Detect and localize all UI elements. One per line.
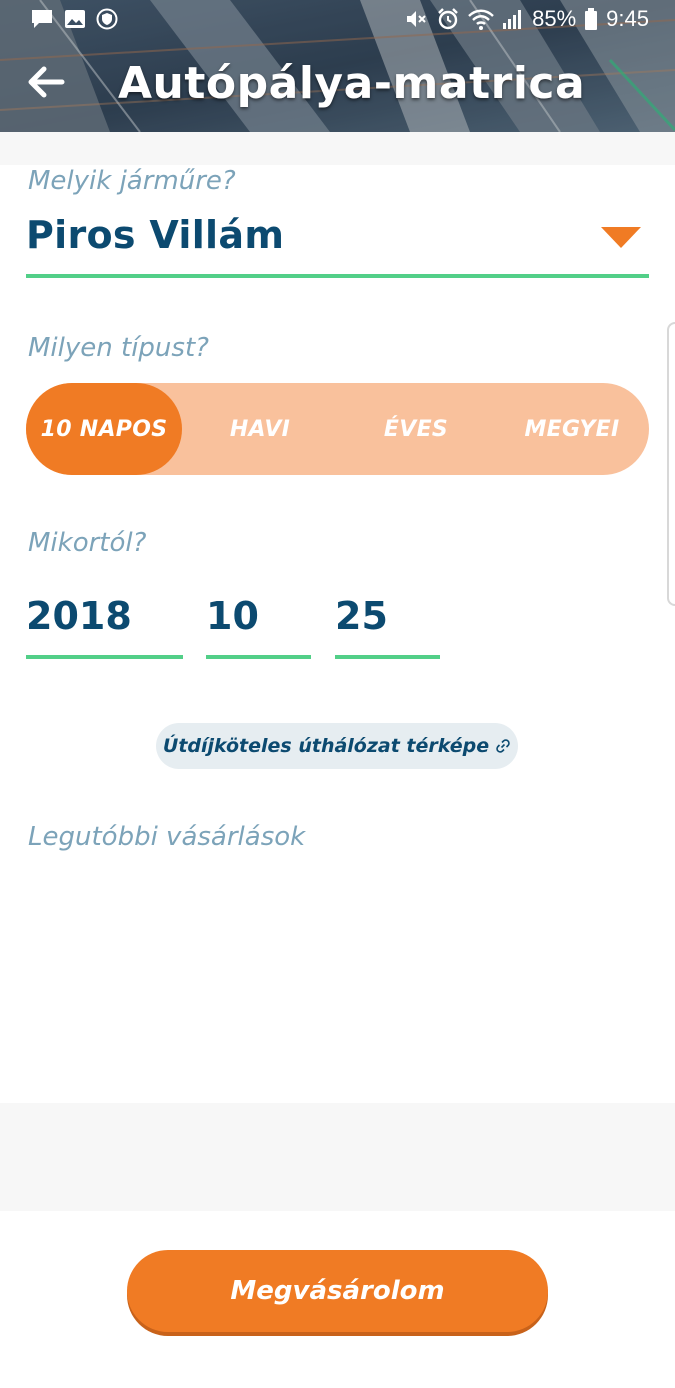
image-icon <box>65 10 85 28</box>
message-icon <box>32 10 52 28</box>
type-selector: 10 NAPOS HAVI ÉVES MEGYEI <box>26 383 649 475</box>
header-divider <box>0 132 675 165</box>
day-field[interactable]: 25 <box>335 594 440 660</box>
battery-percent: 85% <box>532 6 577 31</box>
alarm-icon <box>438 8 458 30</box>
battery-icon <box>585 8 598 30</box>
footer-divider <box>0 1103 675 1211</box>
day-value: 25 <box>335 594 388 638</box>
year-value: 2018 <box>26 594 132 638</box>
month-underline <box>206 655 311 659</box>
type-option-megyei[interactable]: MEGYEI <box>494 383 650 475</box>
status-bar: 85% 9:45 <box>0 0 675 40</box>
vehicle-value: Piros Villám <box>26 213 285 257</box>
day-underline <box>335 655 440 659</box>
type-option-eves[interactable]: ÉVES <box>338 383 494 475</box>
link-icon <box>496 739 510 753</box>
scroll-handle[interactable] <box>667 322 675 606</box>
year-underline <box>26 655 183 659</box>
month-value: 10 <box>206 594 259 638</box>
vehicle-underline <box>26 274 649 278</box>
buy-button-label: Megvásárolom <box>230 1276 445 1306</box>
page-title: Autópálya-matrica <box>118 58 586 109</box>
month-field[interactable]: 10 <box>206 594 311 660</box>
signal-icon <box>503 10 522 29</box>
shield-icon <box>96 8 118 30</box>
mute-icon <box>407 11 426 27</box>
year-field[interactable]: 2018 <box>26 594 183 660</box>
toll-map-link-label: Útdíjköteles úthálózat térképe <box>162 735 490 757</box>
date-label: Mikortól? <box>28 528 147 558</box>
triangle-down-icon <box>601 227 641 248</box>
recent-purchases-label: Legutóbbi vásárlások <box>28 822 306 852</box>
arrow-left-icon[interactable] <box>22 58 70 106</box>
type-option-10-napos[interactable]: 10 NAPOS <box>26 383 182 475</box>
type-label: Milyen típust? <box>28 333 209 363</box>
vehicle-select[interactable]: Piros Villám <box>26 213 649 279</box>
clock: 9:45 <box>606 6 649 31</box>
wifi-icon <box>468 9 494 30</box>
toll-map-link[interactable]: Útdíjköteles úthálózat térképe <box>156 723 518 769</box>
buy-button[interactable]: Megvásárolom <box>127 1250 548 1332</box>
vehicle-label: Melyik járműre? <box>28 166 236 196</box>
type-option-havi[interactable]: HAVI <box>182 383 338 475</box>
app-header: 85% 9:45 Autópálya-matrica <box>0 0 675 132</box>
